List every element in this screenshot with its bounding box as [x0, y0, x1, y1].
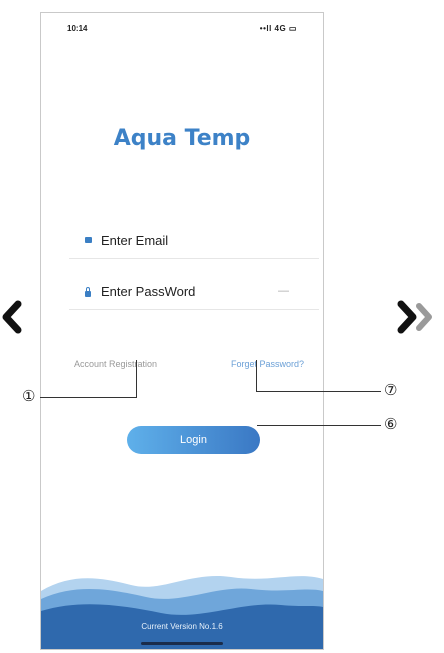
- password-visibility-toggle[interactable]: —: [278, 285, 289, 297]
- chevron-left-icon[interactable]: [0, 300, 26, 334]
- envelope-icon: [85, 237, 92, 243]
- login-button[interactable]: Login: [127, 426, 260, 454]
- email-input[interactable]: [101, 230, 271, 250]
- app-title: Aqua Temp: [113, 126, 251, 151]
- callout-number-register: ①: [22, 388, 36, 405]
- callout-number-forgot: ⑦: [384, 382, 398, 399]
- callout-line-register-v: [136, 360, 137, 397]
- lock-icon: [85, 287, 91, 297]
- status-time: 10:14: [67, 24, 88, 33]
- chevron-right-icon[interactable]: [395, 300, 439, 334]
- version-label: Current Version No.1.6: [141, 622, 223, 631]
- password-input[interactable]: [101, 281, 271, 301]
- status-icons: ••ll 4G ▭: [259, 24, 297, 33]
- forget-password-link[interactable]: Forget Password?: [231, 359, 304, 369]
- wave-background: [41, 575, 323, 649]
- phone-screen: 10:14 ••ll 4G ▭ Aqua Temp — Account Regi…: [40, 12, 324, 650]
- account-registration-link[interactable]: Account Registration: [74, 359, 157, 369]
- status-bar: 10:14 ••ll 4G ▭: [41, 13, 323, 35]
- password-field: —: [69, 275, 319, 310]
- callout-line-register-h: [40, 397, 137, 398]
- callout-line-forgot-h: [256, 391, 381, 392]
- email-field: [69, 224, 319, 259]
- callout-line-login: [257, 425, 381, 426]
- home-indicator: [141, 642, 223, 645]
- callout-number-login: ⑥: [384, 416, 398, 433]
- callout-line-forgot-v: [256, 360, 257, 391]
